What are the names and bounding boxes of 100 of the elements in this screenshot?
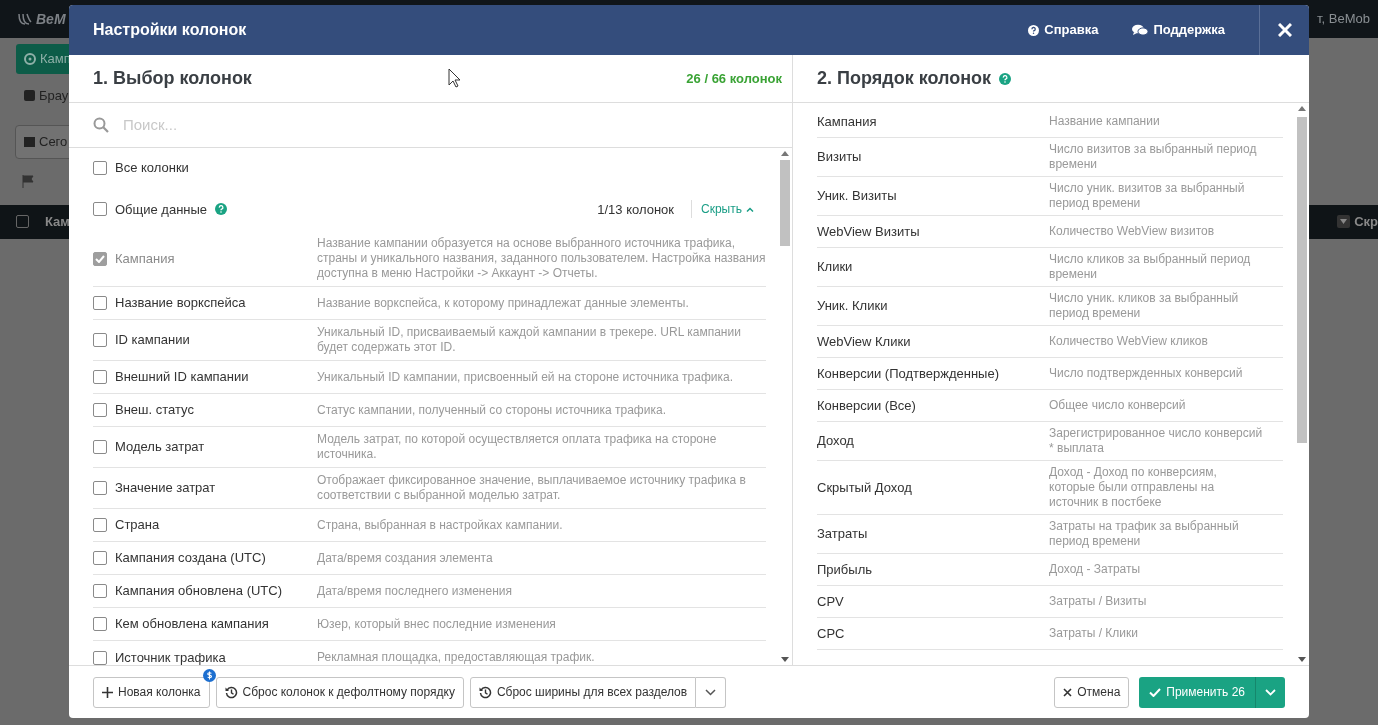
- toolbar-button[interactable]: Сброс колонок к дефолтному порядку: [215, 676, 464, 708]
- checkbox[interactable]: [93, 333, 107, 347]
- column-name[interactable]: Скрытый Доход: [817, 477, 1049, 498]
- flag-icon: [22, 175, 34, 188]
- column-name[interactable]: Модель затрат: [115, 437, 205, 457]
- checkbox[interactable]: [93, 370, 107, 384]
- scroll-thumb[interactable]: [780, 160, 790, 246]
- column-header[interactable]: Кам: [45, 211, 70, 232]
- dropdown-button[interactable]: [1255, 676, 1285, 708]
- plus-icon: [102, 686, 113, 698]
- column-description: Дата/время создания элемента: [317, 550, 494, 566]
- checkbox-label[interactable]: Все колонки: [115, 158, 189, 178]
- column-description: Количество WebView кликов: [1049, 334, 1209, 349]
- checkbox[interactable]: [93, 551, 107, 565]
- column-name[interactable]: Внеш. статус: [115, 400, 194, 420]
- checkbox[interactable]: [93, 650, 107, 665]
- mouse-pointer-icon: [448, 68, 461, 88]
- header-link[interactable]: Поддержка: [1132, 20, 1225, 40]
- column-description: Юзер, который внес последние изменения: [317, 616, 557, 632]
- column-name[interactable]: Кампания обновлена (UTC): [115, 581, 282, 601]
- dialog-title: Настройки колонок: [92, 20, 248, 40]
- checkbox[interactable]: [93, 584, 107, 598]
- column-name[interactable]: Уник. Визиты: [817, 186, 1049, 206]
- column-description: Число подтвержденных конверсий: [1049, 366, 1244, 381]
- column-name[interactable]: WebView Клики: [817, 331, 1049, 352]
- column-description: Количество WebView визитов: [1049, 224, 1216, 239]
- column-description: Страна, выбранная в настройках кампании.: [317, 517, 564, 533]
- column-description: Статус кампании, полученный со стороны источника трафика.: [317, 402, 667, 418]
- logo-icon: [18, 13, 32, 25]
- arrow-up-icon[interactable]: [781, 151, 789, 156]
- scroll-thumb[interactable]: [1297, 117, 1307, 443]
- checkbox[interactable]: [93, 518, 107, 532]
- column-description: Рекламная площадка, предоставляющая трафик.: [317, 650, 596, 665]
- checkbox[interactable]: [93, 160, 107, 175]
- column-name[interactable]: Значение затрат: [115, 478, 216, 498]
- caret-icon: [1265, 688, 1276, 696]
- column-name[interactable]: Кем обновлена кампания: [115, 614, 269, 634]
- column-description: Название кампании: [1049, 114, 1161, 129]
- help-icon: [215, 203, 228, 216]
- check-icon: [1149, 687, 1162, 697]
- toolbar-button[interactable]: Новая колонка: [93, 676, 210, 708]
- column-description: Доход - Доход по конверсиям, которые были отправлены на источник в постбеке: [1049, 465, 1218, 510]
- column-name[interactable]: Кампания создана (UTC): [115, 548, 266, 568]
- column-description: Отображает фиксированное значение, выплачиваемое источнику трафика в соответствии с выбранной моделью затрат.: [317, 473, 747, 503]
- checkbox[interactable]: [16, 215, 29, 228]
- column-name[interactable]: Клики: [817, 257, 1049, 277]
- column-name[interactable]: Внешний ID кампании: [115, 367, 249, 387]
- column-description: Уникальный ID кампании, присвоенный ей на стороне источника трафика.: [317, 369, 735, 385]
- caret-icon: [705, 688, 717, 696]
- help-icon: [1028, 24, 1040, 36]
- coin-icon: [202, 668, 216, 682]
- arrow-down-icon[interactable]: [781, 657, 789, 662]
- column-description: Затраты на трафик за выбранный период времени: [1049, 519, 1240, 549]
- column-name[interactable]: CPV: [817, 591, 1049, 612]
- column-description: Название кампании образуется на основе выбранного источника трафика, страны и уникального названия, заданного пользователем. Настройка названия доступна в меню Настройки -> Аккаунт -> Отчеты.: [317, 236, 766, 281]
- column-description: Число уник. визитов за выбранный период времени: [1049, 181, 1246, 211]
- history-icon: [478, 685, 492, 699]
- dropdown-button[interactable]: [696, 676, 727, 708]
- column-description: Название воркспейса, к которому принадлежат данные элементы.: [317, 295, 690, 311]
- group-label[interactable]: Общие данные: [115, 199, 208, 219]
- column-name[interactable]: Визиты: [817, 147, 1049, 167]
- checkbox[interactable]: [93, 481, 107, 495]
- column-name[interactable]: Конверсии (Все): [817, 395, 1049, 416]
- search-icon: [93, 117, 109, 133]
- column-name[interactable]: Прибыль: [817, 559, 1049, 580]
- checkbox[interactable]: [93, 403, 107, 417]
- column-name[interactable]: Страна: [115, 515, 160, 535]
- group-count: 1/13 колонок: [597, 200, 675, 219]
- history-icon: [224, 685, 238, 699]
- selected-count: 26 / 66 колонок: [686, 69, 782, 88]
- header-link[interactable]: Справка: [1028, 20, 1099, 40]
- arrow-up-icon[interactable]: [1298, 106, 1306, 111]
- toolbar-button[interactable]: Сброс ширины для всех разделов: [469, 676, 697, 708]
- column-name[interactable]: Доход: [817, 431, 1049, 451]
- checkbox[interactable]: [93, 296, 107, 310]
- arrow-down-icon[interactable]: [1298, 657, 1306, 662]
- column-name[interactable]: Название воркспейса: [115, 293, 246, 313]
- column-name[interactable]: ID кампании: [115, 330, 190, 350]
- column-name[interactable]: Уник. Клики: [817, 296, 1049, 316]
- column-description: Уникальный ID, присваиваемый каждой кампании в трекере. URL кампании будет содержать этот ID.: [317, 325, 742, 355]
- column-name[interactable]: Источник трафика: [115, 647, 226, 665]
- chat-icon: [1132, 24, 1149, 36]
- column-description: Затраты / Клики: [1049, 626, 1139, 641]
- checkbox[interactable]: [93, 440, 107, 454]
- column-name[interactable]: Затраты: [817, 524, 1049, 544]
- close-icon: [1277, 23, 1292, 37]
- column-description: Число визитов за выбранный период времени: [1049, 142, 1258, 172]
- column-name[interactable]: Кампания: [817, 111, 1049, 132]
- cancel-button[interactable]: Отмена: [1054, 676, 1130, 708]
- column-name[interactable]: WebView Визиты: [817, 221, 1049, 242]
- column-description: Модель затрат, по которой осуществляется оплата трафика на стороне источника.: [317, 432, 718, 462]
- checkbox[interactable]: [93, 617, 107, 631]
- target-icon: [24, 52, 36, 65]
- checkbox[interactable]: [93, 202, 107, 217]
- column-name[interactable]: Конверсии (Подтвержденные): [817, 363, 1049, 384]
- column-description: Число кликов за выбранный период времени: [1049, 252, 1252, 282]
- help-icon: [999, 72, 1012, 85]
- column-name[interactable]: CPC: [817, 623, 1049, 644]
- browser-icon: [24, 89, 35, 101]
- column-header[interactable]: Скр: [1354, 211, 1378, 232]
